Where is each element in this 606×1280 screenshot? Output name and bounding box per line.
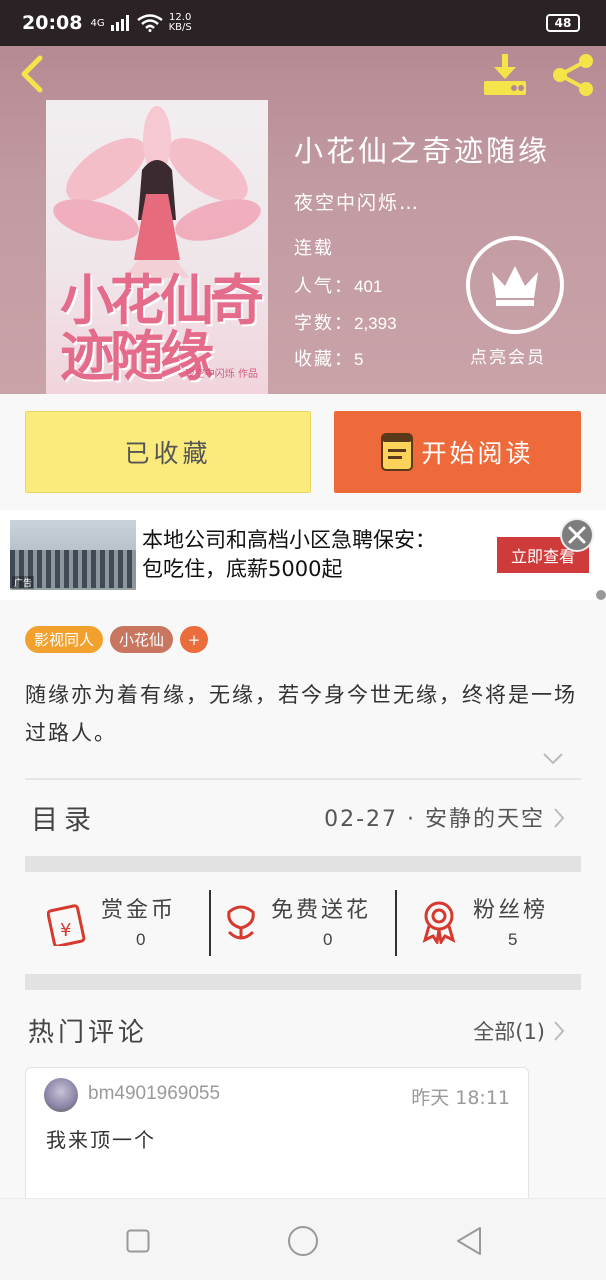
medal-icon — [422, 901, 456, 944]
hot-comments-header: 热门评论 全部(1) — [25, 992, 581, 1066]
ad-text-line1: 本地公司和高档小区急聘保安： — [142, 528, 436, 552]
book-status: 连载 — [294, 238, 334, 259]
latest-chapter: 02-27 · 安静的天空 — [324, 807, 545, 832]
popularity-stat: 人气：401 — [294, 272, 382, 298]
ad-choices-icon[interactable] — [596, 590, 606, 600]
back-arrow-icon[interactable] — [14, 54, 54, 94]
system-nav-bar — [0, 1198, 606, 1280]
fan-ranking-value: 5 — [508, 930, 518, 949]
comment-username[interactable]: bm4901969055 — [88, 1083, 220, 1105]
comment-body: 我来顶一个 — [46, 1128, 156, 1152]
status-time: 20:08 — [22, 12, 83, 34]
flower-icon — [227, 905, 255, 940]
chevron-right-icon — [554, 808, 565, 828]
crown-icon — [492, 266, 538, 306]
favorites-label: 收藏： — [294, 349, 354, 370]
send-flower-value: 0 — [323, 930, 333, 949]
ad-banner[interactable]: 广告 本地公司和高档小区急聘保安： 包吃住，底薪5000起 立即查看 — [0, 510, 606, 600]
reward-coins-value: 0 — [136, 930, 146, 949]
add-tag-button[interactable]: + — [180, 626, 209, 653]
favorites-value: 5 — [354, 350, 364, 369]
battery-indicator: 48 — [546, 14, 580, 32]
book-detail-content: 影视同人 小花仙 + 随缘亦为着有缘，无缘，若今身今世无缘，终将是一场过路人。 … — [0, 600, 606, 1207]
chevron-down-icon[interactable] — [542, 752, 564, 766]
table-of-contents-row[interactable]: 目录 02-27 · 安静的天空 — [25, 780, 581, 856]
signal-bars-icon — [110, 15, 129, 31]
share-icon[interactable] — [548, 52, 598, 98]
ad-text[interactable]: 本地公司和高档小区急聘保安： 包吃住，底薪5000起 — [142, 526, 436, 584]
book-icon — [381, 433, 414, 471]
status-bar: 20:08 4G 12.0 KB/S 48 — [0, 0, 606, 46]
fan-ranking-label: 粉丝榜 — [473, 898, 549, 923]
comment-time: 昨天 18:11 — [411, 1087, 510, 1109]
download-icon[interactable] — [480, 52, 530, 98]
popularity-value: 401 — [354, 277, 383, 296]
ad-badge: 广告 — [12, 576, 35, 589]
wifi-icon — [136, 14, 163, 32]
signal-icon: 4G — [90, 17, 105, 29]
favorited-button[interactable]: 已收藏 — [25, 411, 311, 493]
close-icon — [568, 526, 586, 544]
book-intro[interactable]: 随缘亦为着有缘，无缘，若今身今世无缘，终将是一场过路人。 — [25, 676, 585, 752]
book-title: 小花仙之奇迹随缘 — [294, 134, 551, 168]
reward-coins-button[interactable]: ¥ 赏金币 0 — [25, 874, 209, 974]
all-comments-link[interactable]: 全部(1) — [473, 1016, 545, 1046]
svg-text:¥: ¥ — [60, 920, 71, 941]
send-flower-label: 免费送花 — [271, 898, 372, 923]
vip-button[interactable] — [466, 236, 564, 334]
home-icon[interactable] — [287, 1225, 319, 1257]
recent-apps-icon[interactable] — [126, 1229, 150, 1253]
words-label: 字数： — [294, 313, 354, 334]
book-cover[interactable]: 小花仙奇迹随缘 夜空中闪烁 作品 — [46, 100, 268, 394]
start-reading-button[interactable]: 开始阅读 — [334, 411, 581, 493]
tag-list: 影视同人 小花仙 + — [25, 626, 209, 653]
vip-label[interactable]: 点亮会员 — [470, 343, 546, 368]
comment-card[interactable]: bm4901969055 昨天 18:11 我来顶一个 — [25, 1067, 529, 1207]
fan-ranking-button[interactable]: 粉丝榜 5 — [397, 874, 581, 974]
action-bar: 已收藏 开始阅读 — [0, 394, 606, 510]
back-icon[interactable] — [455, 1226, 483, 1256]
hot-comments-title: 热门评论 — [28, 1018, 149, 1048]
book-header: 小花仙奇迹随缘 夜空中闪烁 作品 小花仙之奇迹随缘 夜空中闪烁… 连载 人气：4… — [0, 46, 606, 394]
send-flower-button[interactable]: 免费送花 0 — [211, 874, 395, 974]
tag-item[interactable]: 小花仙 — [110, 626, 174, 653]
toc-label: 目录 — [31, 805, 97, 836]
words-stat: 字数：2,393 — [294, 309, 397, 335]
chevron-right-icon[interactable] — [553, 1020, 565, 1042]
red-envelope-icon: ¥ — [47, 904, 86, 946]
tag-item[interactable]: 影视同人 — [25, 626, 104, 653]
section-separator — [25, 974, 581, 990]
speed-unit: KB/S — [168, 22, 192, 33]
ad-text-line2: 包吃住，底薪5000起 — [142, 557, 343, 581]
cover-author-art: 夜空中闪烁 作品 — [184, 369, 258, 380]
avatar[interactable] — [44, 1078, 78, 1112]
ad-close-button[interactable] — [560, 518, 594, 552]
book-author[interactable]: 夜空中闪烁… — [294, 188, 420, 215]
section-separator — [25, 856, 581, 872]
popularity-label: 人气： — [294, 276, 354, 297]
interaction-bar: ¥ 赏金币 0 免费送花 0 粉丝榜 5 — [25, 874, 581, 974]
favorites-stat: 收藏：5 — [294, 345, 363, 371]
start-reading-label: 开始阅读 — [421, 439, 534, 468]
words-value: 2,393 — [354, 314, 397, 333]
network-speed: 12.0 KB/S — [169, 13, 192, 33]
reward-coins-label: 赏金币 — [101, 898, 177, 923]
